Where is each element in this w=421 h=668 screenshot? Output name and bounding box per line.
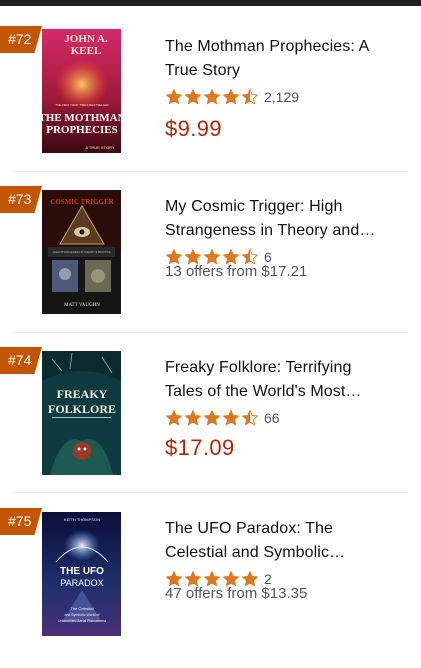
price: $9.99 [165, 116, 223, 141]
star-full-icon [185, 89, 201, 105]
star-full-icon [185, 410, 201, 426]
star-half-icon [242, 410, 258, 426]
list-item[interactable]: #72 JOHN A. KEEL THE NEW YORK TIMES BEST… [0, 26, 421, 186]
stars [165, 88, 260, 106]
svg-text:MATT VAUGHN: MATT VAUGHN [64, 303, 100, 308]
rank-badge: #72 [0, 26, 42, 53]
star-rating[interactable]: 66 [165, 408, 280, 428]
book-cover-art: COSMIC TRIGGER HIGH STRANGENESS IN THEOR… [42, 190, 121, 314]
status-bar [0, 0, 421, 6]
star-half-icon [242, 89, 258, 105]
star-full-icon [166, 89, 182, 105]
title-line: The UFO Paradox: The [165, 520, 333, 537]
svg-text:PARADOX: PARADOX [60, 578, 103, 588]
title-line: Tales of the World's Most… [165, 383, 362, 400]
product-title[interactable]: My Cosmic Trigger: High Strangeness in T… [165, 195, 400, 243]
offers-link[interactable]: 13 offers from $17.21 [165, 263, 307, 280]
book-cover-art: KEITH THOMPSON THE UFO PARADOX The Celes… [42, 512, 121, 636]
svg-text:KEEL: KEEL [71, 45, 102, 57]
svg-text:A TRUE STORY: A TRUE STORY [85, 145, 114, 150]
title-line: True Story [165, 62, 241, 79]
list-item[interactable]: #74 FREAKY FOLKLORE Freaky Folklore: Ter… [0, 347, 421, 507]
book-cover-art: JOHN A. KEEL THE NEW YORK TIMES BESTSELL… [42, 29, 121, 153]
svg-text:THE MOTHMAN: THE MOTHMAN [42, 112, 121, 124]
svg-text:Unidentified Aerial Phenomena: Unidentified Aerial Phenomena [58, 619, 106, 623]
book-cover[interactable]: KEITH THOMPSON THE UFO PARADOX The Celes… [42, 512, 121, 636]
svg-text:and Symbolic World of: and Symbolic World of [65, 613, 100, 617]
review-count: 66 [264, 410, 280, 426]
price: $17.09 [165, 435, 235, 460]
svg-text:JOHN A.: JOHN A. [64, 33, 108, 45]
svg-text:KEITH THOMPSON: KEITH THOMPSON [64, 517, 100, 522]
svg-text:PROPHECIES: PROPHECIES [46, 124, 118, 136]
book-cover-art: FREAKY FOLKLORE [42, 351, 121, 475]
title-line: Celestial and Symbolic… [165, 544, 346, 561]
star-full-icon [166, 410, 182, 426]
review-count: 2,129 [264, 89, 300, 105]
star-full-icon [223, 410, 239, 426]
offers-link[interactable]: 47 offers from $13.35 [165, 585, 307, 602]
svg-text:HIGH STRANGENESS IN THEORY & P: HIGH STRANGENESS IN THEORY & PRACTICE [53, 250, 111, 254]
product-title[interactable]: Freaky Folklore: Terrifying Tales of the… [165, 356, 400, 404]
divider [14, 332, 407, 333]
svg-text:The Celestial: The Celestial [70, 606, 93, 611]
list-item[interactable]: #75 KEITH THOMPSON THE UFO PARADOX The C… [0, 508, 421, 668]
svg-text:FREAKY: FREAKY [57, 387, 108, 401]
book-cover[interactable]: COSMIC TRIGGER HIGH STRANGENESS IN THEOR… [42, 190, 121, 314]
svg-text:COSMIC TRIGGER: COSMIC TRIGGER [50, 198, 114, 206]
star-full-icon [204, 89, 220, 105]
rank-badge: #74 [0, 347, 42, 374]
svg-text:FOLKLORE: FOLKLORE [48, 402, 116, 416]
title-line: My Cosmic Trigger: High [165, 198, 343, 215]
book-cover[interactable]: JOHN A. KEEL THE NEW YORK TIMES BESTSELL… [42, 29, 121, 153]
title-line: The Mothman Prophecies: A [165, 38, 370, 55]
book-cover[interactable]: FREAKY FOLKLORE [42, 351, 121, 475]
title-line: Freaky Folklore: Terrifying [165, 359, 352, 376]
divider [14, 492, 407, 493]
product-title[interactable]: The UFO Paradox: The Celestial and Symbo… [165, 517, 400, 565]
star-rating[interactable]: 2,129 [165, 87, 299, 107]
divider [14, 171, 407, 172]
rank-badge: #75 [0, 508, 42, 535]
product-title[interactable]: The Mothman Prophecies: A True Story [165, 35, 400, 83]
svg-text:THE NEW YORK TIMES BESTSELLER: THE NEW YORK TIMES BESTSELLER [55, 103, 109, 107]
list-item[interactable]: #73 COSMIC TRIGGER HIGH STRANGENESS IN T… [0, 186, 421, 346]
stars [165, 409, 260, 427]
star-full-icon [223, 89, 239, 105]
rank-badge: #73 [0, 186, 42, 213]
svg-text:THE UFO: THE UFO [60, 566, 104, 577]
title-line: Strangeness in Theory and… [165, 222, 376, 239]
star-full-icon [204, 410, 220, 426]
